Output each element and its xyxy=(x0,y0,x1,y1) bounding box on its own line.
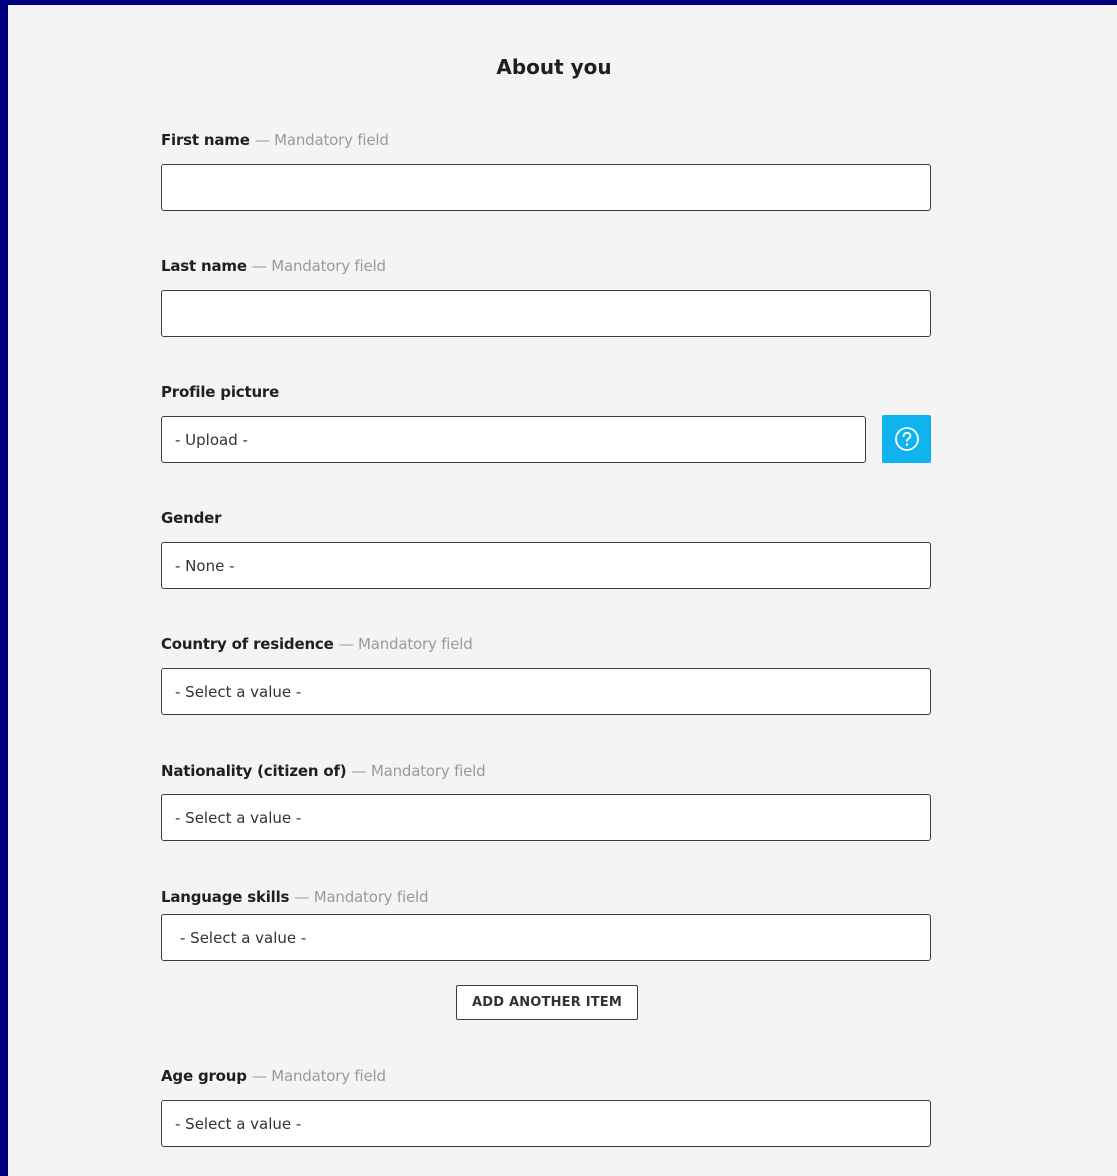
nationality-select[interactable]: - Select a value - xyxy=(161,794,931,841)
language-skills-select[interactable]: - Select a value - xyxy=(161,914,931,961)
age-group-label-text: Age group xyxy=(161,1067,247,1085)
country-label-text: Country of residence xyxy=(161,635,334,653)
help-button[interactable] xyxy=(882,415,931,463)
gender-label-text: Gender xyxy=(161,509,222,527)
profile-picture-label-text: Profile picture xyxy=(161,383,280,401)
age-group-mandatory-note: — Mandatory field xyxy=(251,1067,386,1085)
profile-picture-upload[interactable]: - Upload - xyxy=(161,416,866,463)
first-name-label-text: First name xyxy=(161,131,250,149)
last-name-mandatory-note: — Mandatory field xyxy=(251,257,386,275)
profile-picture-label: Profile picture xyxy=(161,383,279,401)
first-name-label: First name — Mandatory field xyxy=(161,131,389,149)
language-skills-label-text: Language skills xyxy=(161,888,290,906)
age-group-select[interactable]: - Select a value - xyxy=(161,1100,931,1147)
gender-label: Gender xyxy=(161,509,221,527)
gender-select[interactable]: - None - xyxy=(161,542,931,589)
country-mandatory-note: — Mandatory field xyxy=(338,635,473,653)
question-circle-icon xyxy=(894,427,919,451)
last-name-input[interactable] xyxy=(161,290,931,337)
country-label: Country of residence — Mandatory field xyxy=(161,635,473,653)
country-select[interactable]: - Select a value - xyxy=(161,668,931,715)
nationality-label-text: Nationality (citizen of) xyxy=(161,762,347,780)
age-group-label: Age group — Mandatory field xyxy=(161,1067,386,1085)
page-title: About you xyxy=(496,55,612,79)
first-name-input[interactable] xyxy=(161,164,931,211)
language-skills-label: Language skills — Mandatory field xyxy=(161,888,428,906)
nationality-mandatory-note: — Mandatory field xyxy=(351,762,486,780)
form-container: About you First name — Mandatory field L… xyxy=(0,0,1117,1176)
first-name-mandatory-note: — Mandatory field xyxy=(254,131,389,149)
last-name-label-text: Last name xyxy=(161,257,247,275)
nationality-label: Nationality (citizen of) — Mandatory fie… xyxy=(161,762,486,780)
language-skills-mandatory-note: — Mandatory field xyxy=(294,888,429,906)
last-name-label: Last name — Mandatory field xyxy=(161,257,386,275)
add-another-item-button[interactable]: ADD ANOTHER ITEM xyxy=(456,985,638,1020)
